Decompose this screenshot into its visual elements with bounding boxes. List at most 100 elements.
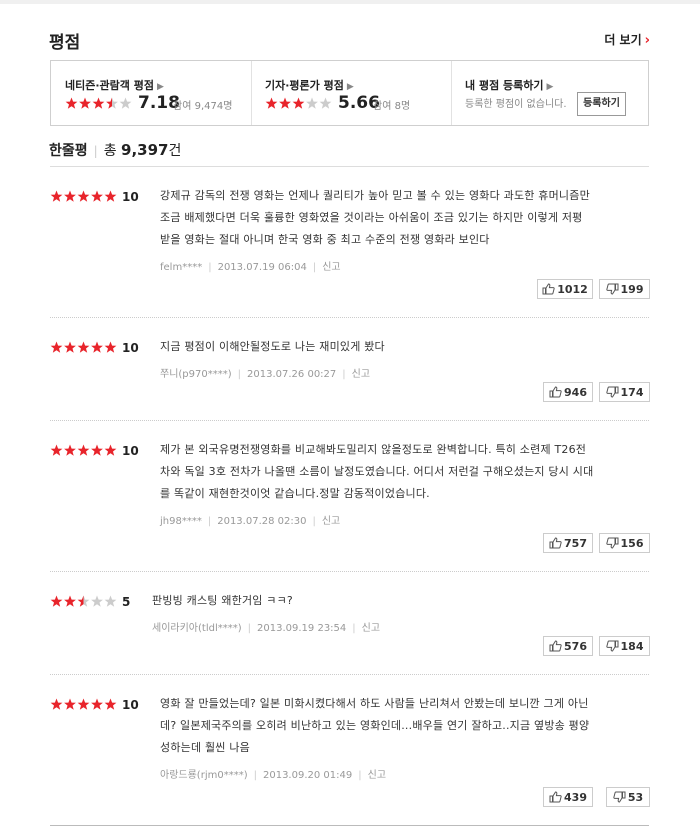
dislike-count: 174 <box>620 385 644 399</box>
comments-label: 한줄평 <box>49 143 88 159</box>
dislike-button[interactable]: 53 <box>606 787 650 807</box>
thumbs-down-icon <box>605 640 619 652</box>
review-star-rating <box>50 595 117 607</box>
critic-rating-label[interactable]: 기자·평론가 평점 ▶ <box>265 77 354 93</box>
netizen-star-rating <box>65 97 132 109</box>
dislike-button[interactable]: 174 <box>599 382 650 402</box>
star-icon <box>306 97 318 109</box>
review-author[interactable]: 세이라키아(tldl****) <box>152 623 242 634</box>
star-icon <box>104 341 117 353</box>
divider: | <box>352 623 356 634</box>
review-author[interactable]: 쭈니(p970****) <box>160 369 232 380</box>
review-author[interactable]: 아랑드룡(rjm0****) <box>160 770 248 781</box>
rating-summary-box: 네티즌·관람객 평점 ▶ 7.18 참여 9,474명 기자·평론가 평점 ▶ 5.… <box>50 60 649 126</box>
thumbs-up-icon <box>549 640 562 652</box>
star-icon <box>106 97 118 109</box>
review-star-rating <box>50 444 117 456</box>
review-date: 2013.07.19 06:04 <box>217 262 307 273</box>
dislike-button[interactable]: 184 <box>599 636 650 656</box>
star-icon <box>265 97 278 109</box>
review-meta: 아랑드룡(rjm0****) | 2013.09.20 01:49 | 신고 <box>160 766 386 781</box>
review-text: 판빙빙 캐스팅 왜한거임 ㅋㅋ? <box>152 590 293 612</box>
divider: | <box>342 369 346 380</box>
review-text-line: 판빙빙 캐스팅 왜한거임 ㅋㅋ? <box>152 594 293 607</box>
review-text: 제가 본 외국유명전쟁영화를 비교해봐도밀리지 않을정도로 완벽합니다. 특히 … <box>160 439 593 505</box>
review-date: 2013.07.26 00:27 <box>247 369 337 380</box>
comment-count: 한줄평 | 총 9,397건 <box>49 140 181 160</box>
review-text: 지금 평점이 이해안될정도로 나는 재미있게 봤다 <box>160 336 385 358</box>
netizen-participants: 참여 9,474명 <box>173 101 233 112</box>
report-link[interactable]: 신고 <box>368 770 386 781</box>
star-icon <box>104 444 117 456</box>
review-star-rating <box>50 698 117 710</box>
star-icon <box>64 595 76 607</box>
like-button[interactable]: 946 <box>543 382 593 402</box>
dislike-button[interactable]: 199 <box>599 279 650 299</box>
star-icon <box>104 595 117 607</box>
like-count: 946 <box>564 385 587 399</box>
report-link[interactable]: 신고 <box>322 262 340 273</box>
thumbs-down-icon <box>613 791 626 803</box>
like-count: 757 <box>564 536 587 550</box>
review-meta: jh98**** | 2013.07.28 02:30 | 신고 <box>160 512 340 527</box>
divider: | <box>253 770 257 781</box>
chevron-right-icon: › <box>644 33 650 48</box>
review-author[interactable]: felm**** <box>160 262 202 273</box>
star-icon <box>77 190 90 202</box>
like-button[interactable]: 439 <box>543 787 593 807</box>
review-score: 10 <box>122 444 139 458</box>
thumbs-down-icon <box>605 283 619 295</box>
review-star-rating <box>50 341 117 353</box>
star-icon <box>91 190 103 202</box>
divider: | <box>312 262 317 273</box>
star-icon <box>104 698 117 710</box>
review-text-line: 를 똑같이 재현한것이엇 같습니다.정말 감동적이었습니다. <box>160 487 430 500</box>
netizen-rating: 네티즌·관람객 평점 ▶ 7.18 참여 9,474명 <box>51 61 251 125</box>
star-icon <box>64 341 76 353</box>
netizen-rating-label[interactable]: 네티즌·관람객 평점 ▶ <box>65 77 164 93</box>
review-item: 10 강제규 감독의 전쟁 영화는 언제나 퀄리티가 높아 믿고 볼 수 있는 영… <box>50 166 650 317</box>
total-unit: 건 <box>168 143 182 159</box>
report-link[interactable]: 신고 <box>362 623 380 634</box>
review-text-line: 조금 배제했다면 더욱 훌륭한 영화였을 것이라는 아쉬움이 조금 있기는 하지… <box>160 211 583 224</box>
review-star-rating <box>50 190 117 202</box>
total-count: 9,397 <box>121 141 169 159</box>
register-rating-button[interactable]: 등록하기 <box>577 92 626 116</box>
report-link[interactable]: 신고 <box>352 369 370 380</box>
star-icon <box>292 97 305 109</box>
star-icon <box>91 595 103 607</box>
star-icon <box>319 97 332 109</box>
star-icon <box>91 698 103 710</box>
critic-rating: 기자·평론가 평점 ▶ 5.66 참여 8명 <box>251 61 451 125</box>
like-button[interactable]: 757 <box>543 533 593 553</box>
review-item: 10 제가 본 외국유명전쟁영화를 비교해봐도밀리지 않을정도로 완벽합니다. 특… <box>50 420 650 571</box>
my-rating-label[interactable]: 내 평점 등록하기 ▶ <box>465 77 553 93</box>
dislike-button[interactable]: 156 <box>599 533 650 553</box>
divider: | <box>312 516 316 527</box>
star-icon <box>91 341 103 353</box>
dislike-count: 184 <box>620 639 644 653</box>
star-icon <box>64 190 76 202</box>
review-meta: 쭈니(p970****) | 2013.07.26 00:27 | 신고 <box>160 365 370 380</box>
star-icon <box>64 444 76 456</box>
like-button[interactable]: 576 <box>543 636 593 656</box>
star-icon <box>50 595 63 607</box>
thumbs-down-icon <box>605 537 619 549</box>
star-icon <box>92 97 105 109</box>
like-button[interactable]: 1012 <box>537 279 593 299</box>
thumbs-down-icon <box>605 386 619 398</box>
review-score: 10 <box>122 341 139 355</box>
divider: | <box>208 262 212 273</box>
my-rating-empty: 등록한 평점이 없습니다. <box>465 99 567 110</box>
review-author[interactable]: jh98**** <box>160 516 202 527</box>
more-link[interactable]: 더 보기 › <box>604 31 650 48</box>
review-date: 2013.09.20 01:49 <box>262 770 353 781</box>
like-count: 439 <box>564 790 587 804</box>
divider <box>50 825 649 826</box>
top-divider <box>0 0 700 4</box>
star-icon <box>79 97 91 109</box>
dislike-count: 156 <box>620 536 644 550</box>
more-label: 더 보기 <box>604 33 642 47</box>
report-link[interactable]: 신고 <box>322 516 340 527</box>
star-icon <box>50 698 63 710</box>
